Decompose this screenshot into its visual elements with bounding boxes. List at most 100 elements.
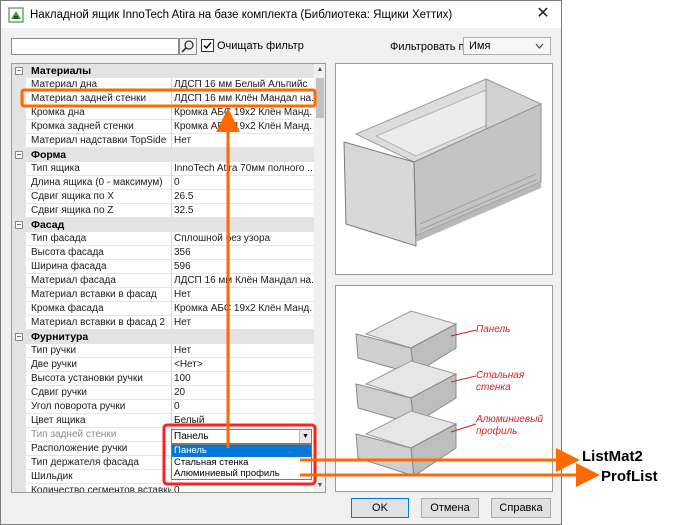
property-value[interactable]: Кромка АБС 19х2 Клён Манд...	[174, 107, 313, 118]
property-row[interactable]: Материал дна ЛДСП 16 мм Белый Альпийс	[12, 78, 314, 92]
property-name: Материал вставки в фасад 2	[31, 317, 166, 328]
property-row[interactable]: Цвет ящика Белый	[12, 414, 314, 428]
property-row[interactable]: Тип фасада Сплошной без узора	[12, 232, 314, 246]
filter-by-select[interactable]: Имя	[463, 37, 551, 55]
property-value[interactable]: 0	[174, 177, 313, 188]
property-name: Кромка фасада	[31, 303, 104, 314]
help-button[interactable]: Справка	[491, 498, 551, 518]
property-value[interactable]: 32.5	[174, 205, 313, 216]
column-divider	[171, 372, 172, 386]
property-row[interactable]: Сдвиг ящика по Z 32.5	[12, 204, 314, 218]
column-divider	[171, 190, 172, 204]
property-value[interactable]: Нет	[174, 289, 313, 300]
property-row[interactable]: Кромка дна Кромка АБС 19х2 Клён Манд...	[12, 106, 314, 120]
ok-button[interactable]: OK	[351, 498, 409, 518]
category-row[interactable]: − Форма	[12, 148, 314, 162]
collapse-icon[interactable]: −	[15, 333, 23, 341]
scroll-up-arrow-icon[interactable]: ▲	[314, 64, 325, 76]
property-value[interactable]: Кромка АБС 19х2 Клён Манд...	[174, 303, 313, 314]
column-divider	[171, 162, 172, 176]
properties-dialog: Накладной ящик InnoTech Atira на базе ко…	[0, 0, 562, 525]
dropdown-option-panel[interactable]: Панель	[172, 445, 311, 457]
property-row[interactable]: Материал фасада ЛДСП 16 мм Клён Мандал на…	[12, 274, 314, 288]
preview-label-aluminium-profile: Алюминиевый профиль	[476, 414, 544, 437]
column-divider	[171, 400, 172, 414]
property-row[interactable]: Количество сегментов вставки 0	[12, 484, 314, 492]
property-value[interactable]: 0	[174, 485, 313, 492]
property-value[interactable]: 0	[174, 401, 313, 412]
property-row[interactable]: Длина ящика (0 - максимум) 0	[12, 176, 314, 190]
property-name: Тип фасада	[31, 233, 87, 244]
property-value[interactable]: <Нет>	[174, 359, 313, 370]
property-value[interactable]: Кромка АБС 19х2 Клён Манд...	[174, 121, 313, 132]
property-name: Сдвиг ящика по Z	[31, 205, 114, 216]
property-value[interactable]: 100	[174, 373, 313, 384]
collapse-icon[interactable]: −	[15, 67, 23, 75]
property-value[interactable]: 26.5	[174, 191, 313, 202]
property-name: Цвет ящика	[31, 415, 86, 426]
back-wall-type-dropdown[interactable]: Панель Стальная стенка Алюминиевый профи…	[171, 444, 312, 480]
collapse-icon[interactable]: −	[15, 221, 23, 229]
property-name: Расположение ручки	[31, 443, 128, 454]
back-wall-types-image: Панель Стальная стенка Алюминиевый профи…	[335, 285, 553, 492]
property-value[interactable]: InnoTech Atira 70мм полного ...	[174, 163, 313, 174]
category-row[interactable]: − Материалы	[12, 64, 314, 78]
property-row[interactable]: Угол поворота ручки 0	[12, 400, 314, 414]
scroll-down-arrow-icon[interactable]: ▼	[314, 480, 325, 492]
property-name: Высота установки ручки	[31, 373, 143, 384]
property-row[interactable]: Материал задней стенки ЛДСП 16 мм Клён Ма…	[12, 92, 314, 106]
property-name: Шильдик	[31, 471, 73, 482]
dropdown-arrow-icon[interactable]: ▼	[299, 430, 311, 443]
property-value[interactable]: Белый	[174, 415, 313, 426]
property-name: Кромка дна	[31, 107, 85, 118]
clear-filter-label[interactable]: Очищать фильтр	[217, 40, 304, 52]
search-input[interactable]	[11, 38, 179, 55]
property-row[interactable]: Тип ручки Нет	[12, 344, 314, 358]
property-value[interactable]: Нет	[174, 317, 313, 328]
scroll-thumb[interactable]	[316, 78, 324, 118]
column-divider	[171, 358, 172, 372]
search-icon	[181, 40, 194, 53]
property-value[interactable]: Нет	[174, 345, 313, 356]
property-row[interactable]: Кромка задней стенки Кромка АБС 19х2 Клён…	[12, 120, 314, 134]
property-value[interactable]: 356	[174, 247, 313, 258]
property-value[interactable]: ЛДСП 16 мм Клён Мандал на...	[174, 93, 313, 104]
category-label: Форма	[31, 149, 67, 161]
property-row[interactable]: Ширина фасада 596	[12, 260, 314, 274]
property-value[interactable]: 596	[174, 261, 313, 272]
property-row[interactable]: Материал надставки TopSide Нет	[12, 134, 314, 148]
property-row[interactable]: Кромка фасада Кромка АБС 19х2 Клён Манд..…	[12, 302, 314, 316]
property-value[interactable]: Нет	[174, 135, 313, 146]
cancel-button[interactable]: Отмена	[421, 498, 479, 518]
property-row[interactable]: Высота установки ручки 100	[12, 372, 314, 386]
search-button[interactable]	[179, 38, 197, 55]
back-wall-type-combo[interactable]: Панель ▼	[171, 429, 312, 444]
column-divider	[171, 78, 172, 92]
category-row[interactable]: − Фурнитура	[12, 330, 314, 344]
close-button[interactable]: ✕	[533, 4, 553, 24]
property-name: Материал задней стенки	[31, 93, 147, 104]
clear-filter-checkbox[interactable]	[201, 39, 214, 52]
property-row[interactable]: Тип ящика InnoTech Atira 70мм полного ...	[12, 162, 314, 176]
property-row[interactable]: Сдвиг ящика по X 26.5	[12, 190, 314, 204]
column-divider	[171, 260, 172, 274]
category-row[interactable]: − Фасад	[12, 218, 314, 232]
grid-scrollbar[interactable]: ▲ ▼	[314, 64, 325, 492]
collapse-icon[interactable]: −	[15, 151, 23, 159]
property-row[interactable]: Материал вставки в фасад 2 Нет	[12, 316, 314, 330]
category-label: Фурнитура	[31, 331, 89, 343]
column-divider	[171, 316, 172, 330]
property-value[interactable]: Сплошной без узора	[174, 233, 313, 244]
column-divider	[171, 302, 172, 316]
property-row[interactable]: Две ручки <Нет>	[12, 358, 314, 372]
property-value[interactable]: 20	[174, 387, 313, 398]
property-value[interactable]: ЛДСП 16 мм Белый Альпийс	[174, 79, 313, 90]
property-value[interactable]: ЛДСП 16 мм Клён Мандал на...	[174, 275, 313, 286]
dropdown-option-aluminium-profile[interactable]: Алюминиевый профиль	[172, 468, 311, 480]
property-row[interactable]: Сдвиг ручки 20	[12, 386, 314, 400]
property-row[interactable]: Высота фасада 356	[12, 246, 314, 260]
property-name: Длина ящика (0 - максимум)	[31, 177, 163, 188]
property-row[interactable]: Материал вставки в фасад Нет	[12, 288, 314, 302]
window-title: Накладной ящик InnoTech Atira на базе ко…	[30, 8, 453, 21]
column-divider	[171, 274, 172, 288]
